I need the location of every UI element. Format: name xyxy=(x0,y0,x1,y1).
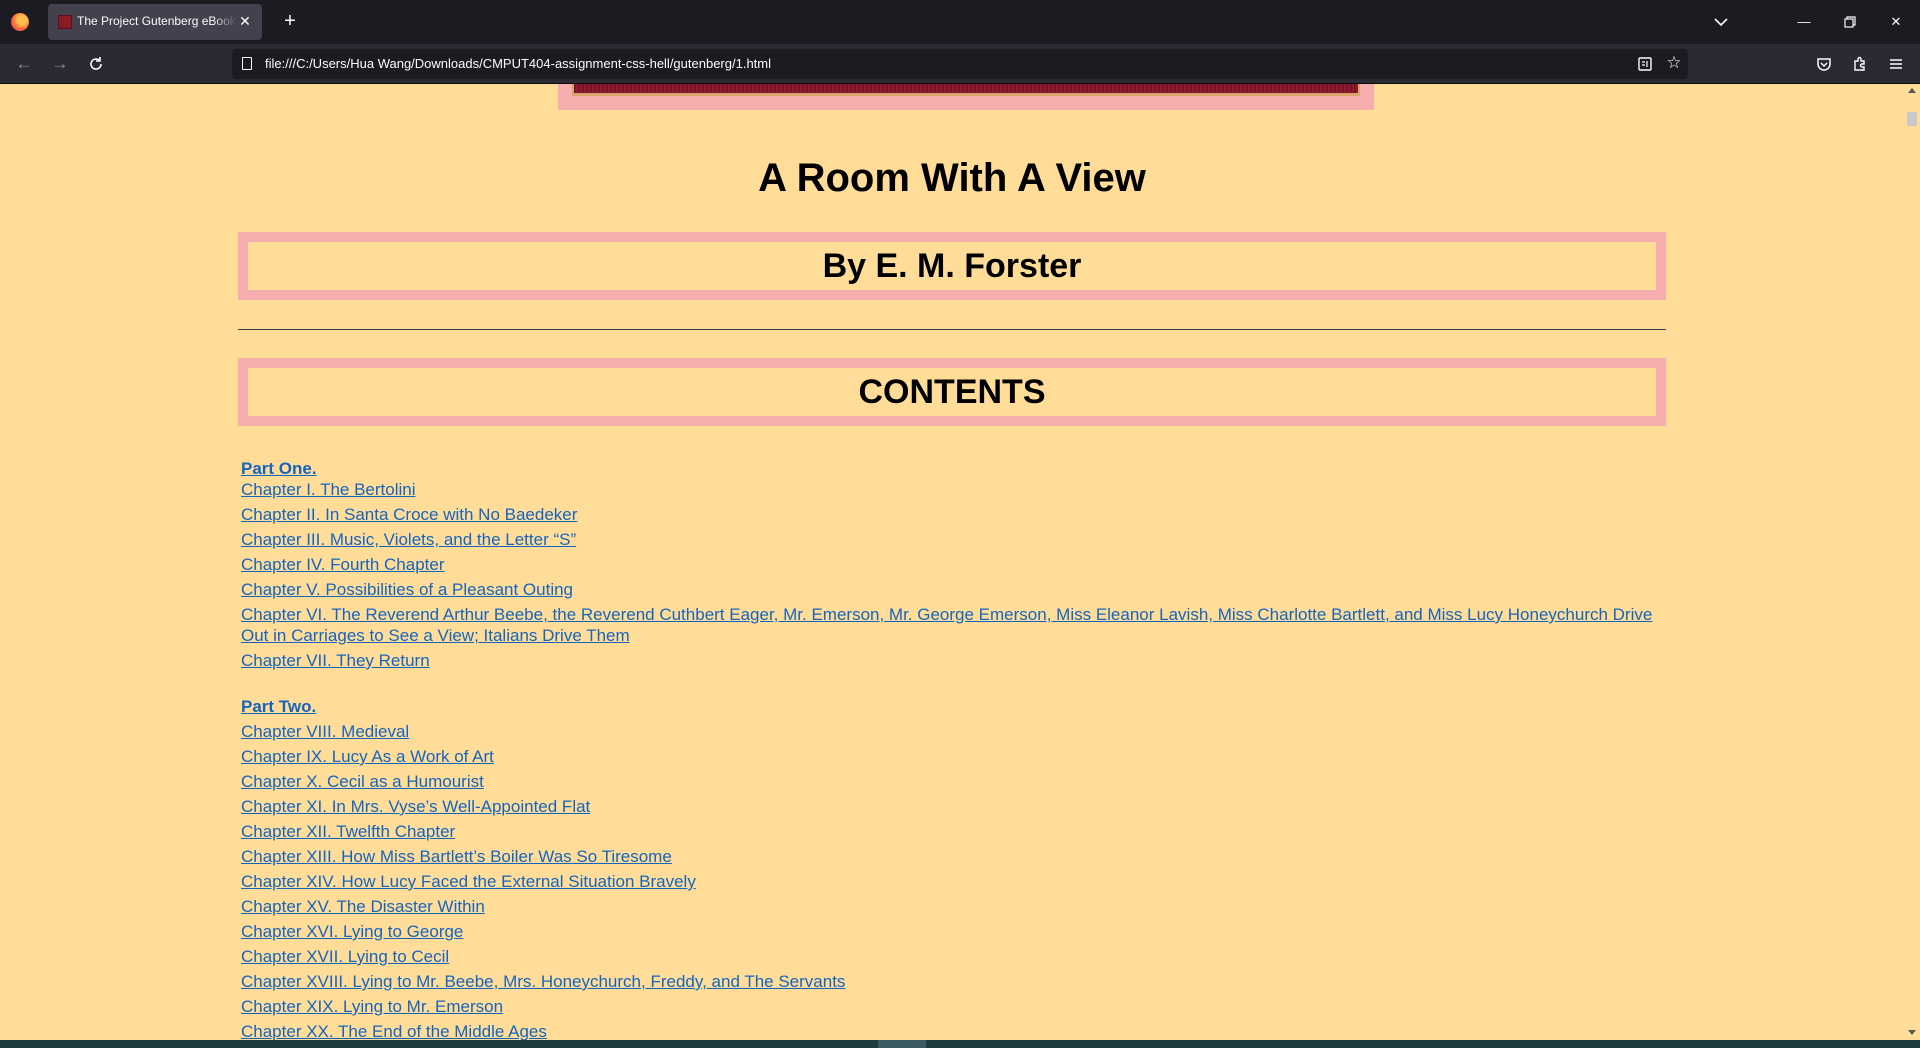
close-icon[interactable]: ✕ xyxy=(236,12,254,30)
contents-heading: CONTENTS xyxy=(858,373,1046,411)
plus-icon[interactable]: + xyxy=(280,11,300,31)
nav-bar: ← → file:///C:/Users/Hua Wang/Downloads/… xyxy=(0,44,1920,84)
toc-chapter-link[interactable]: Chapter XII. Twelfth Chapter xyxy=(241,821,455,842)
horizontal-rule xyxy=(238,329,1666,330)
tab-active[interactable]: The Project Gutenberg eBook of A Room Wi… xyxy=(48,4,262,40)
toc-chapter-link[interactable]: Chapter XVIII. Lying to Mr. Beebe, Mrs. … xyxy=(241,971,845,992)
toc-chapter-link[interactable]: Chapter I. The Bertolini xyxy=(241,479,416,500)
toc-chapter-link[interactable]: Chapter IX. Lucy As a Work of Art xyxy=(241,746,494,767)
page-viewport: A Room With A View By E. M. Forster CONT… xyxy=(0,84,1920,1040)
toc-chapter-link[interactable]: Chapter XVI. Lying to George xyxy=(241,921,463,942)
url-bar[interactable]: file:///C:/Users/Hua Wang/Downloads/CMPU… xyxy=(232,49,1688,79)
taskbar-item[interactable] xyxy=(878,1040,926,1048)
toc-part-one-link[interactable]: Part One. xyxy=(241,458,317,479)
page-icon xyxy=(242,57,252,70)
arrow-right-icon[interactable]: → xyxy=(50,54,70,74)
star-icon[interactable]: ☆ xyxy=(1664,53,1684,73)
toc-chapter-link[interactable]: Chapter XX. The End of the Middle Ages xyxy=(241,1021,547,1040)
toc-chapter-link[interactable]: Chapter III. Music, Violets, and the Let… xyxy=(241,529,576,550)
arrow-left-icon[interactable]: ← xyxy=(14,54,34,74)
page-title: A Room With A View xyxy=(758,156,1146,200)
scroll-up-arrow-icon[interactable] xyxy=(1908,88,1916,93)
os-taskbar xyxy=(0,1040,1920,1048)
toc-chapter-link[interactable]: Chapter VIII. Medieval xyxy=(241,721,409,742)
toc-chapter-link[interactable]: Chapter XV. The Disaster Within xyxy=(241,896,485,917)
tab-bar: The Project Gutenberg eBook of A Room Wi… xyxy=(0,0,1920,44)
toc-chapter-link[interactable]: Chapter VI. The Reverend Arthur Beebe, t… xyxy=(241,604,1661,646)
toc-chapter-link[interactable]: Chapter V. Possibilities of a Pleasant O… xyxy=(241,579,573,600)
url-text[interactable]: file:///C:/Users/Hua Wang/Downloads/CMPU… xyxy=(265,56,771,71)
scroll-down-arrow-icon[interactable] xyxy=(1908,1030,1916,1035)
toc-chapter-link[interactable]: Chapter VII. They Return xyxy=(241,650,430,671)
toc-chapter-link[interactable]: Chapter XIX. Lying to Mr. Emerson xyxy=(241,996,503,1017)
vertical-scrollbar[interactable] xyxy=(1904,84,1920,1040)
reader-view-icon[interactable] xyxy=(1636,55,1654,73)
contents-box: CONTENTS xyxy=(238,358,1666,426)
book-cover-image xyxy=(572,84,1360,96)
restore-icon[interactable] xyxy=(1840,12,1860,32)
toc-chapter-link[interactable]: Chapter II. In Santa Croce with No Baede… xyxy=(241,504,577,525)
author-heading: By E. M. Forster xyxy=(822,247,1082,285)
toc-chapter-link[interactable]: Chapter XIV. How Lucy Faced the External… xyxy=(241,871,696,892)
minimize-icon[interactable]: — xyxy=(1794,12,1814,32)
toc-chapter-link[interactable]: Chapter IV. Fourth Chapter xyxy=(241,554,445,575)
author-box: By E. M. Forster xyxy=(238,232,1666,300)
toc-chapter-link[interactable]: Chapter XIII. How Miss Bartlett’s Boiler… xyxy=(241,846,672,867)
tab-title: The Project Gutenberg eBook of A Room Wi… xyxy=(77,14,237,28)
toc-part-two-link[interactable]: Part Two. xyxy=(241,696,316,717)
scrollbar-thumb[interactable] xyxy=(1907,112,1917,126)
pocket-icon[interactable] xyxy=(1814,54,1834,74)
hamburger-icon[interactable] xyxy=(1886,54,1906,74)
book-favicon-icon xyxy=(58,15,72,29)
chevron-down-icon[interactable] xyxy=(1711,12,1731,32)
reload-icon[interactable] xyxy=(86,54,106,74)
firefox-icon[interactable] xyxy=(11,13,29,31)
cover-image-frame xyxy=(558,84,1374,110)
puzzle-icon[interactable] xyxy=(1850,54,1870,74)
toc-chapter-link[interactable]: Chapter XVII. Lying to Cecil xyxy=(241,946,449,967)
window-close-icon[interactable]: ✕ xyxy=(1886,12,1906,32)
toc-chapter-link[interactable]: Chapter XI. In Mrs. Vyse’s Well-Appointe… xyxy=(241,796,590,817)
toc-chapter-link[interactable]: Chapter X. Cecil as a Humourist xyxy=(241,771,484,792)
